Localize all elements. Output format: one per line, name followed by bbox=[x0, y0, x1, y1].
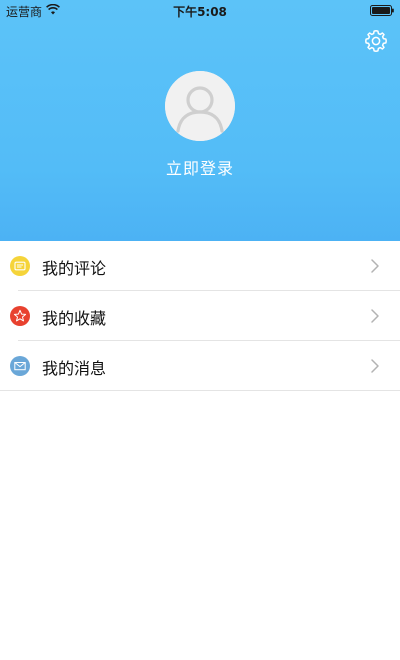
menu-item-label: 我的评论 bbox=[42, 259, 107, 278]
user-avatar-icon bbox=[165, 71, 235, 141]
menu-item-label: 我的消息 bbox=[42, 359, 107, 378]
divider bbox=[0, 390, 400, 391]
battery-icon bbox=[370, 5, 394, 16]
status-bar: 运营商 下午5:08 bbox=[0, 0, 400, 20]
menu-item-messages[interactable]: 我的消息 bbox=[0, 341, 400, 391]
profile-header: 运营商 下午5:08 立即登录 bbox=[0, 0, 400, 241]
envelope-icon bbox=[10, 356, 30, 376]
menu-item-favorites[interactable]: 我的收藏 bbox=[0, 291, 400, 341]
gear-icon[interactable] bbox=[364, 29, 388, 53]
menu-item-comments[interactable]: 我的评论 bbox=[0, 241, 400, 291]
star-icon bbox=[10, 306, 30, 326]
avatar[interactable] bbox=[165, 71, 235, 141]
comment-icon bbox=[10, 256, 30, 276]
login-link[interactable]: 立即登录 bbox=[0, 155, 400, 179]
chevron-right-icon bbox=[371, 259, 379, 273]
chevron-right-icon bbox=[371, 309, 379, 323]
menu-list: 我的评论 我的收藏 我的消息 bbox=[0, 241, 400, 391]
status-time: 下午5:08 bbox=[173, 5, 227, 19]
menu-item-label: 我的收藏 bbox=[42, 309, 107, 328]
chevron-right-icon bbox=[371, 359, 379, 373]
